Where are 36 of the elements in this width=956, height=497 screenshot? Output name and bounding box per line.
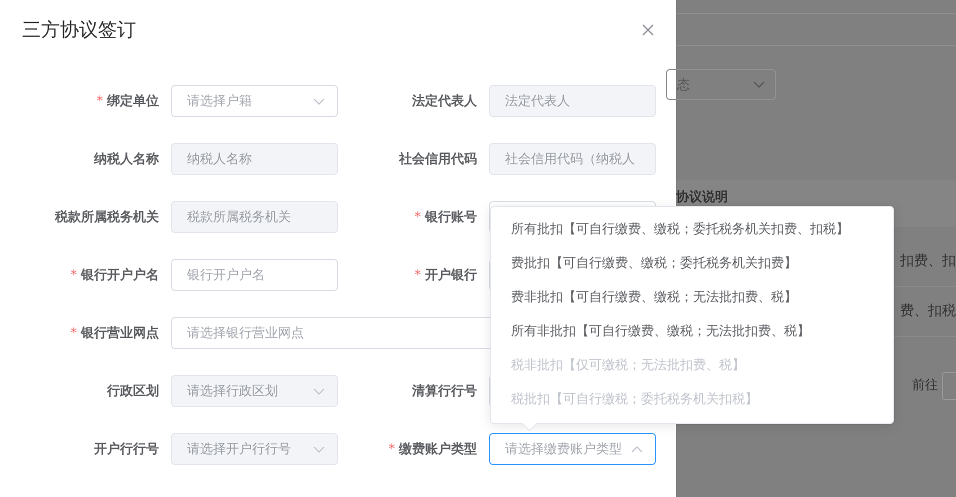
dialog-title: 三方协议签订: [22, 18, 136, 43]
required-asterisk: *: [414, 268, 421, 282]
field-label-text: 缴费账户类型: [399, 440, 477, 458]
field-label-text: 社会信用代码: [399, 151, 477, 168]
input-field[interactable]: 银行开户户名: [171, 259, 338, 291]
required-asterisk: *: [96, 94, 103, 108]
required-asterisk: *: [388, 442, 395, 456]
caret-icon: [313, 98, 325, 104]
dropdown-option[interactable]: 费非批扣【可自行缴费、缴税；无法批扣费、税】: [491, 281, 893, 315]
close-icon[interactable]: [642, 24, 654, 36]
field-label-text: 开户银行: [425, 266, 477, 284]
field-label-text: 开户行行号: [94, 440, 159, 458]
table-cell: 扣费、扣: [900, 252, 956, 270]
table-cell: 费、扣税: [900, 302, 956, 320]
select-field[interactable]: 请选择缴费账户类型: [489, 433, 656, 465]
caret-icon: [313, 446, 325, 452]
field-label-text: 银行营业网点: [81, 325, 159, 342]
column-header: 协议说明: [676, 188, 728, 206]
field-label-text: 纳税人名称: [94, 151, 159, 168]
select-field[interactable]: 请选择户籍: [171, 85, 338, 117]
caret-icon: [631, 446, 643, 452]
required-asterisk: *: [70, 326, 77, 340]
field-label-text: 清算行行号: [412, 383, 477, 400]
goto-label: 前往: [912, 377, 938, 394]
field-label-text: 行政区划: [107, 383, 159, 400]
field-label-text: 税款所属税务机关: [55, 208, 159, 226]
field-label-text: 银行开户户名: [81, 266, 159, 284]
dropdown-option[interactable]: 所有批扣【可自行缴费、缴税；委托税务机关扣费、扣税】: [491, 213, 893, 247]
field-label-text: 绑定单位: [107, 92, 159, 110]
field-label-text: 银行账号: [425, 209, 477, 226]
required-asterisk: *: [414, 210, 421, 224]
required-asterisk: *: [70, 268, 77, 282]
caret-icon: [753, 81, 765, 88]
field-label-text: 法定代表人: [412, 92, 477, 110]
caret-icon: [313, 388, 325, 394]
dropdown-option[interactable]: 费批扣【可自行缴费、缴税；委托税务机关扣费】: [491, 247, 893, 281]
